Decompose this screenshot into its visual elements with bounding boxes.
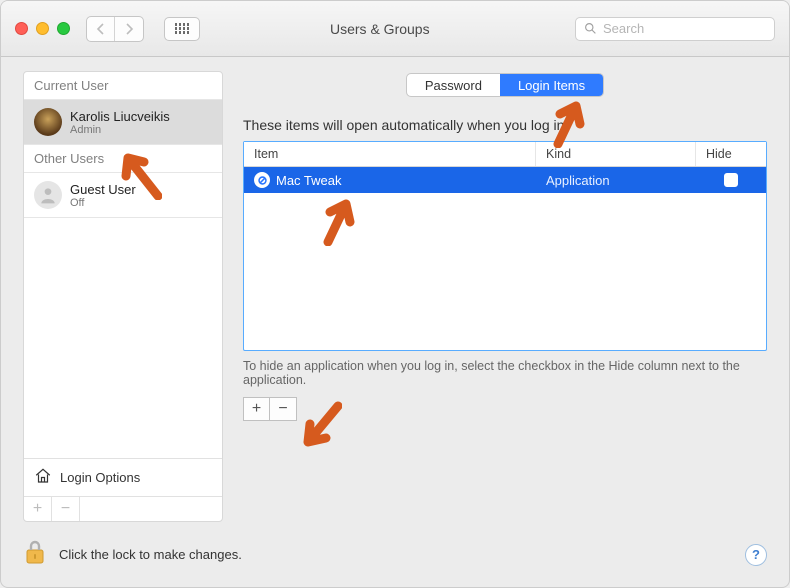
footer: Click the lock to make changes. ? (23, 522, 767, 571)
add-user-button[interactable]: + (24, 497, 52, 521)
remove-login-item-button[interactable]: − (270, 398, 296, 420)
back-button[interactable] (87, 17, 115, 41)
tab-segment: Password Login Items (406, 73, 604, 97)
show-all-button[interactable] (164, 17, 200, 41)
user-name: Karolis Liucveikis (70, 109, 170, 124)
users-sidebar: Current User Karolis Liucveikis Admin Ot… (23, 71, 223, 522)
user-row-current[interactable]: Karolis Liucveikis Admin (24, 100, 222, 144)
window-title: Users & Groups (330, 21, 430, 37)
hide-checkbox[interactable] (724, 173, 738, 187)
avatar (34, 181, 62, 209)
chevron-right-icon (124, 23, 134, 35)
zoom-window-button[interactable] (57, 22, 70, 35)
tab-password[interactable]: Password (407, 74, 500, 96)
chevron-left-icon (96, 23, 106, 35)
search-icon (584, 22, 597, 35)
item-kind: Application (536, 173, 696, 188)
login-items-table: Item Kind Hide Mac Tweak Application (243, 141, 767, 351)
minimize-window-button[interactable] (36, 22, 49, 35)
hint-text: To hide an application when you log in, … (243, 359, 767, 387)
tab-login-items[interactable]: Login Items (500, 74, 603, 96)
user-row-guest[interactable]: Guest User Off (24, 173, 222, 217)
users-groups-window: Users & Groups Search Current User Karol… (0, 0, 790, 588)
item-name: Mac Tweak (276, 173, 342, 188)
close-window-button[interactable] (15, 22, 28, 35)
nav-buttons (86, 16, 144, 42)
login-options-label: Login Options (60, 470, 140, 485)
lock-button[interactable] (23, 538, 47, 571)
window-controls (15, 22, 70, 35)
current-user-label: Current User (24, 72, 222, 100)
person-icon (38, 185, 58, 205)
add-login-item-button[interactable]: + (244, 398, 270, 420)
lock-text: Click the lock to make changes. (59, 547, 242, 562)
grid-icon (175, 23, 190, 34)
table-row[interactable]: Mac Tweak Application (244, 167, 766, 193)
user-role: Off (70, 197, 136, 209)
house-icon (34, 467, 52, 488)
other-users-label: Other Users (24, 144, 222, 173)
col-hide[interactable]: Hide (696, 142, 766, 166)
remove-user-button[interactable]: − (52, 497, 80, 521)
sidebar-add-remove: + − (24, 496, 222, 521)
login-items-description: These items will open automatically when… (243, 117, 767, 133)
search-input[interactable]: Search (575, 17, 775, 41)
col-item[interactable]: Item (244, 142, 536, 166)
search-placeholder: Search (603, 21, 644, 36)
user-role: Admin (70, 124, 170, 136)
table-body: Mac Tweak Application (244, 167, 766, 350)
titlebar: Users & Groups Search (1, 1, 789, 57)
login-items-add-remove: + − (243, 397, 297, 421)
forward-button[interactable] (115, 17, 143, 41)
app-icon (254, 172, 270, 188)
avatar (34, 108, 62, 136)
help-button[interactable]: ? (745, 544, 767, 566)
col-kind[interactable]: Kind (536, 142, 696, 166)
content: Current User Karolis Liucveikis Admin Ot… (1, 57, 789, 587)
lock-icon (23, 538, 47, 566)
main-pane: Password Login Items These items will op… (243, 71, 767, 522)
user-name: Guest User (70, 182, 136, 197)
login-options-button[interactable]: Login Options (24, 458, 222, 496)
table-header: Item Kind Hide (244, 142, 766, 167)
